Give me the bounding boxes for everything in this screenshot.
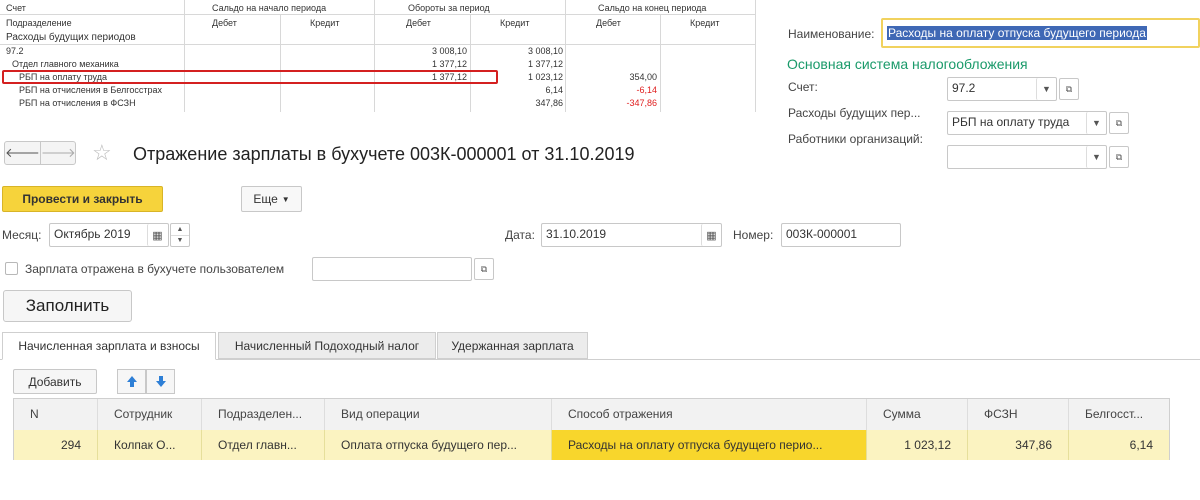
column-header[interactable]: ФСЗН [968,399,1069,430]
name-field[interactable]: Расходы на оплату отпуска будущего перио… [881,18,1200,48]
table-cell-fszn[interactable]: 347,86 [968,430,1069,460]
report-header-debit: Дебет [596,18,621,28]
nav-buttons: 🡐 🡒 [4,141,76,165]
report-turnover-debit: 1 377,12 [431,59,467,69]
add-button[interactable]: Добавить [13,369,97,394]
report-turnover-credit: 347,86 [535,98,563,108]
report-header-debit: Дебет [406,18,431,28]
report-turnover-credit: 3 008,10 [527,46,563,56]
tab-income-tax[interactable]: Начисленный Подоходный налог [218,332,436,359]
report-header-debit: Дебет [212,18,237,28]
date-label: Дата: [505,228,535,242]
table-cell-reflection[interactable]: Расходы на оплату отпуска будущего перио… [552,430,867,460]
table-cell-employee[interactable]: Колпак О... [98,430,202,460]
column-header[interactable]: Сотрудник [98,399,202,430]
report-closing-debit: -6,14 [636,85,657,95]
table-cell-operation[interactable]: Оплата отпуска будущего пер... [325,430,552,460]
employees-label: Работники организаций: [788,132,923,146]
table-cell-belgos[interactable]: 6,14 [1069,430,1169,460]
spin-up-icon[interactable]: ▲ [171,224,189,236]
table-cell-subdivision[interactable]: Отдел главн... [202,430,325,460]
open-icon[interactable]: ⧉ [1109,112,1129,134]
fill-button[interactable]: Заполнить [3,290,132,322]
account-label: Счет: [788,80,818,94]
tab-withheld-salary[interactable]: Удержанная зарплата [437,332,588,359]
report-divider [280,15,281,112]
report-header-credit: Кредит [500,18,530,28]
chevron-down-icon[interactable]: ▼ [1086,146,1106,168]
employees-field[interactable] [947,145,1107,169]
report-turnover-credit: 1 377,12 [527,59,563,69]
more-button[interactable]: Еще ▼ [241,186,302,212]
report-closing-debit: -347,86 [626,98,657,108]
month-label: Месяц: [2,228,42,242]
open-icon[interactable]: ⧉ [474,258,494,280]
report-divider [470,15,471,112]
column-header[interactable]: Подразделен... [202,399,325,430]
post-and-close-button[interactable]: Провести и закрыть [2,186,163,212]
number-field[interactable]: 003К-000001 [781,223,901,247]
report-divider [0,44,755,45]
report-divider [660,15,661,112]
column-header[interactable]: Белгосст... [1069,399,1169,430]
move-down-icon[interactable] [146,369,175,394]
forward-arrow-icon[interactable]: 🡒 [41,142,76,164]
tax-system-heading: Основная система налогообложения [787,56,1028,72]
user-field[interactable] [312,257,472,281]
column-header[interactable]: N [14,399,98,430]
calendar-icon[interactable]: ▦ [701,224,721,246]
report-turnover-debit: 3 008,10 [431,46,467,56]
name-label: Наименование: [788,27,875,41]
report-divider [374,0,375,112]
report-header-account: Счет [6,3,26,13]
column-header[interactable]: Сумма [867,399,968,430]
report-divider [0,14,755,15]
tab-accrued-salary[interactable]: Начисленная зарплата и взносы [2,332,216,360]
report-header-opening: Сальдо на начало периода [212,3,327,13]
report-row-label: РБП на отчисления в ФСЗН [19,98,136,108]
document-title: Отражение зарплаты в бухучете 003К-00000… [133,144,635,164]
column-header[interactable]: Способ отражения [552,399,867,430]
more-label: Еще [253,192,278,206]
caret-down-icon: ▼ [281,194,290,204]
back-arrow-icon[interactable]: 🡐 [5,142,41,164]
report-divider [184,0,185,112]
report-divider [755,0,756,112]
open-icon[interactable]: ⧉ [1109,146,1129,168]
star-icon[interactable]: ☆ [92,140,112,166]
number-label: Номер: [733,228,774,242]
move-up-icon[interactable] [117,369,146,394]
report-row-label: РБП на отчисления в Белгосстрах [19,85,162,95]
report-row-label: Отдел главного механика [12,59,119,69]
report-closing-debit: 354,00 [629,72,657,82]
chevron-down-icon[interactable]: ▼ [1036,78,1056,100]
name-value: Расходы на оплату отпуска будущего перио… [887,26,1147,40]
report-header-subdivision: Подразделение [6,18,72,28]
report-header-credit: Кредит [690,18,720,28]
table-cell-n[interactable]: 294 [14,430,98,460]
report-header-credit: Кредит [310,18,340,28]
report-divider [565,0,566,112]
column-header[interactable]: Вид операции [325,399,552,430]
table-cell-amount[interactable]: 1 023,12 [867,430,968,460]
open-icon[interactable]: ⧉ [1059,78,1079,100]
deferred-label: Расходы будущих пер... [788,106,921,120]
date-field[interactable]: 31.10.2019 [541,223,722,247]
report-header-deferred: Расходы будущих периодов [6,32,136,43]
chevron-down-icon[interactable]: ▼ [1086,112,1106,134]
balance-report: Счет Подразделение Расходы будущих перио… [0,0,760,112]
checkbox-label: Зарплата отражена в бухучете пользовател… [25,262,285,276]
report-turnover-credit: 6,14 [545,85,563,95]
reflected-by-user-checkbox[interactable] [5,262,18,275]
month-spinner[interactable]: ▲ ▼ [170,223,190,247]
highlight-frame [2,70,498,84]
report-header-turnover: Обороты за период [408,3,490,13]
report-row-label: 97.2 [6,46,24,56]
calendar-icon[interactable]: ▦ [147,224,167,246]
deferred-field[interactable]: РБП на оплату труда [947,111,1107,135]
spin-down-icon[interactable]: ▼ [171,236,189,247]
salary-table: N Сотрудник Подразделен... Вид операции … [13,398,1170,460]
report-header-closing: Сальдо на конец периода [598,3,707,13]
